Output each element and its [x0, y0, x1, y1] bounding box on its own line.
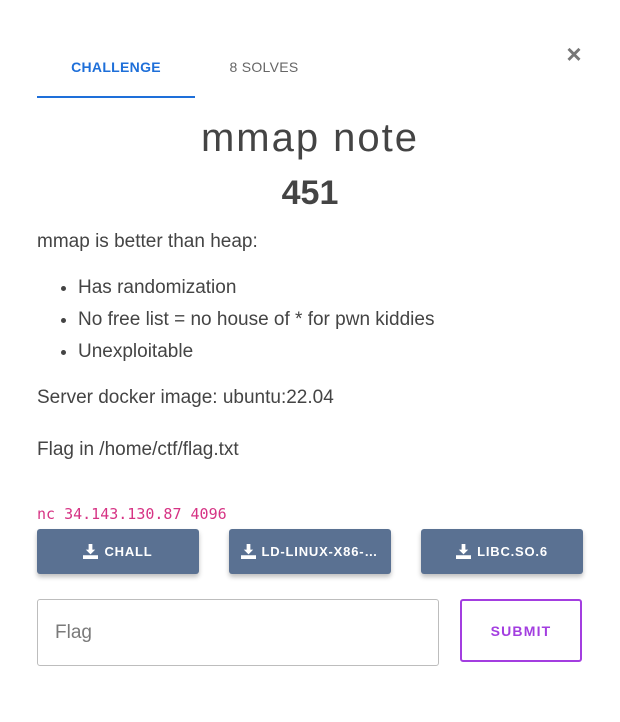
challenge-modal: CHALLENGE 8 SOLVES × mmap note 451 mmap … — [0, 0, 620, 722]
challenge-description: mmap is better than heap: Has randomizat… — [37, 230, 587, 462]
download-label: LIBC.SO.6 — [477, 544, 548, 559]
list-item: No free list = no house of * for pwn kid… — [78, 304, 587, 336]
tab-solves[interactable]: 8 SOLVES — [209, 40, 319, 98]
description-intro: mmap is better than heap: — [37, 231, 258, 252]
docker-info: Server docker image: ubuntu:22.04 — [37, 387, 334, 408]
challenge-name: mmap note — [200, 116, 420, 160]
connection-command: nc 34.143.130.87 4096 — [37, 505, 227, 523]
download-icon — [240, 544, 256, 559]
download-chall-button[interactable]: CHALL — [37, 529, 199, 574]
flag-location: Flag in /home/ctf/flag.txt — [37, 439, 239, 460]
list-item: Unexploitable — [78, 336, 587, 368]
challenge-points: 451 — [281, 174, 339, 212]
close-icon[interactable]: × — [562, 41, 586, 67]
download-icon — [83, 544, 99, 559]
download-label: LD-LINUX-X86-64.SO.2 — [261, 544, 380, 559]
list-item: Has randomization — [78, 272, 587, 304]
submit-button[interactable]: SUBMIT — [460, 599, 582, 662]
download-libc-button[interactable]: LIBC.SO.6 — [421, 529, 583, 574]
download-icon — [456, 544, 472, 559]
flag-input[interactable] — [37, 599, 439, 666]
feature-list: Has randomization No free list = no hous… — [78, 272, 587, 368]
download-label: CHALL — [104, 544, 153, 559]
tab-challenge[interactable]: CHALLENGE — [37, 40, 195, 98]
file-downloads: CHALL LD-LINUX-X86-64.SO.2 LIBC.SO.6 — [37, 529, 583, 574]
download-ld-linux-button[interactable]: LD-LINUX-X86-64.SO.2 — [229, 529, 391, 574]
tab-bar: CHALLENGE 8 SOLVES — [37, 40, 337, 98]
